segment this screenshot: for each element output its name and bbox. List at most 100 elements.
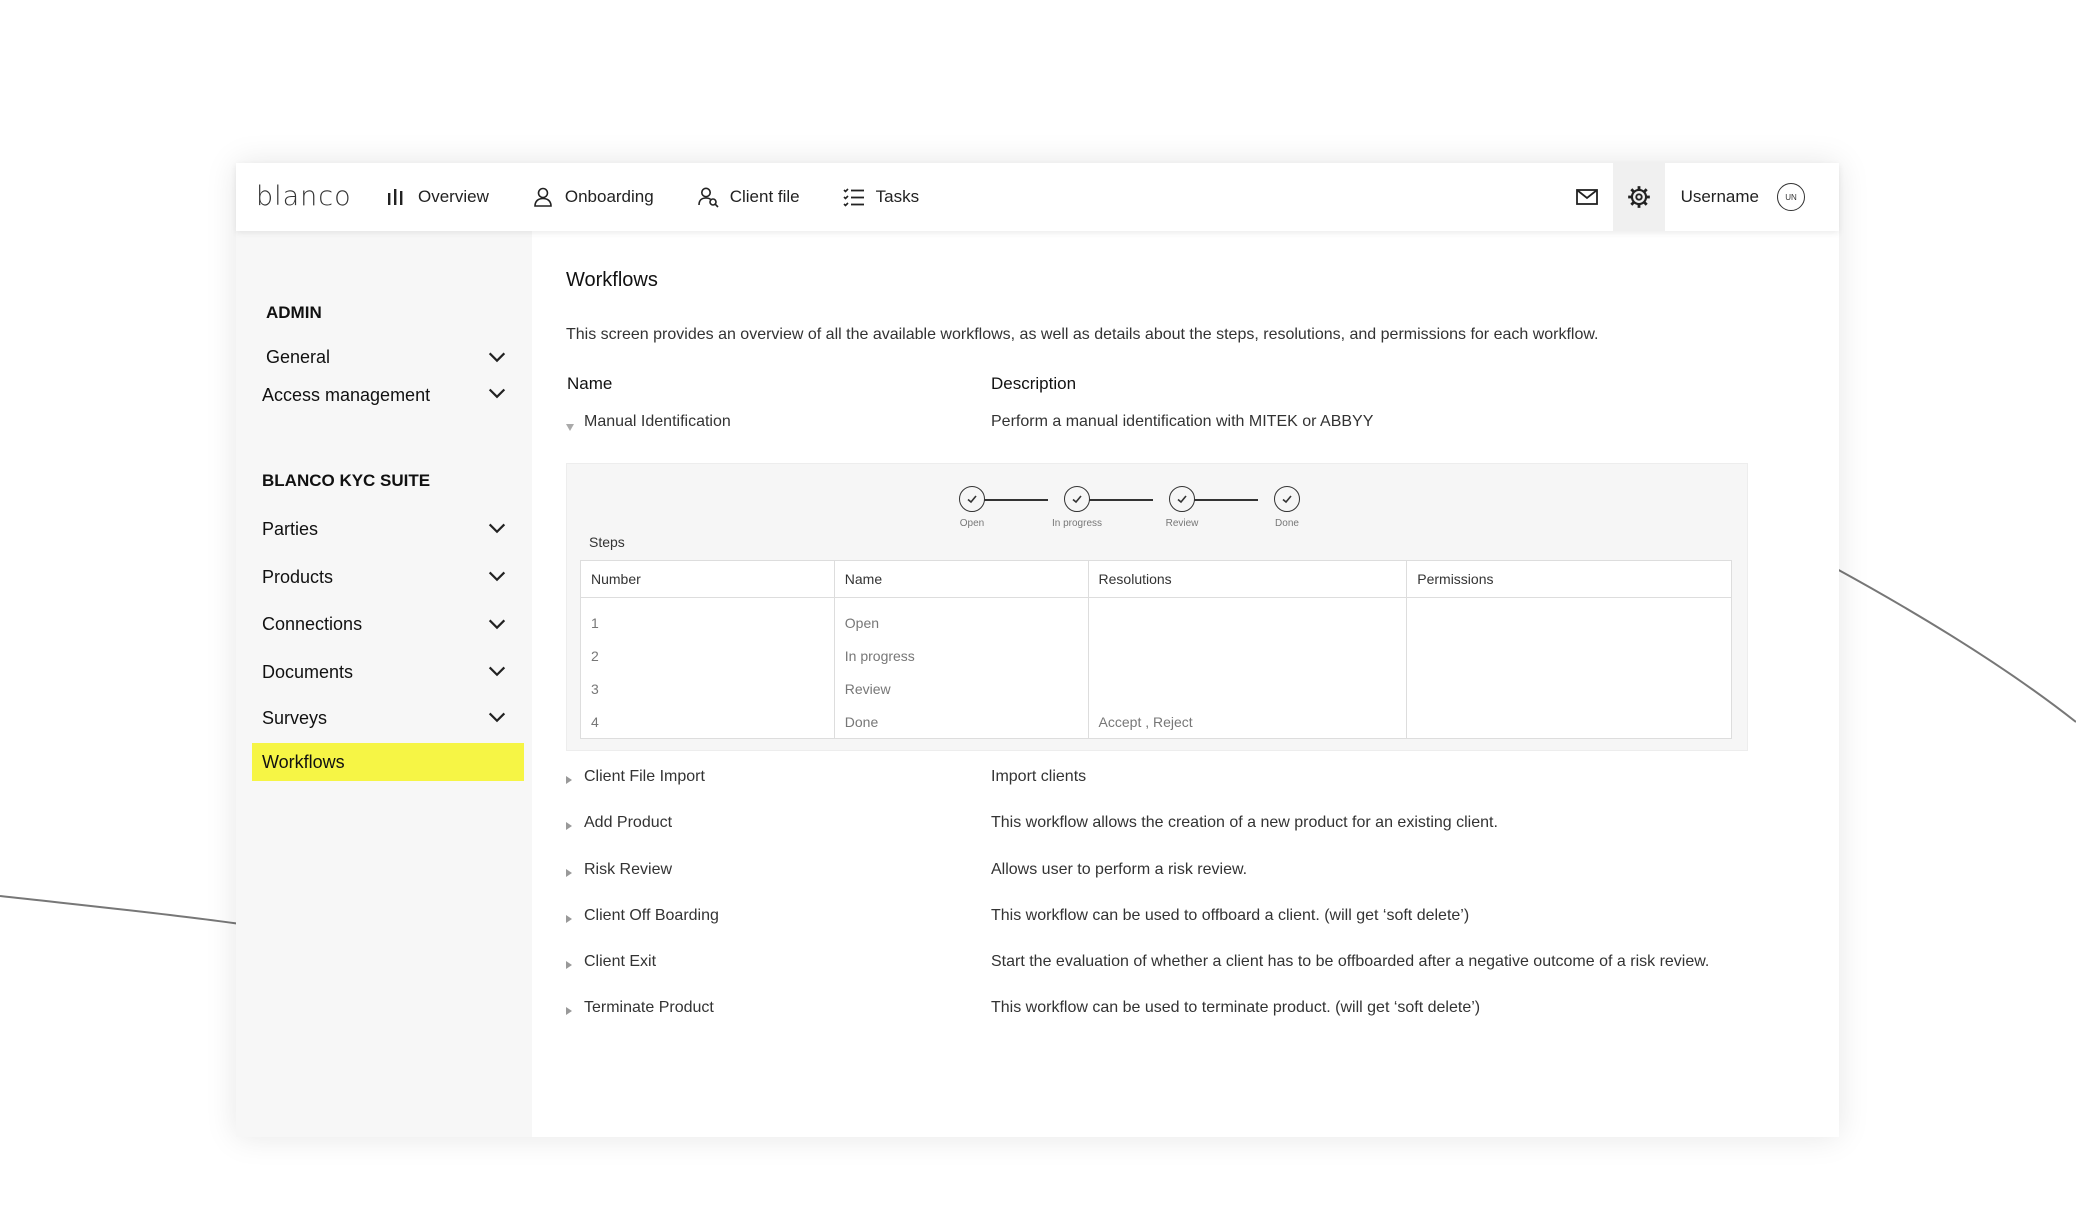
workflow-description: Import clients: [991, 768, 1087, 785]
workflow-description: This workflow allows the creation of a n…: [991, 814, 1498, 831]
workflow-name[interactable]: Manual Identification: [584, 413, 731, 431]
caret-right-icon: [566, 776, 572, 784]
step-permissions: [1406, 597, 1732, 639]
sidebar-item-label: Parties: [262, 518, 319, 539]
workflow-description: Start the evaluation of whether a client…: [991, 953, 1710, 970]
chevron-down-icon: [488, 666, 506, 677]
step-name: Open: [833, 597, 1089, 639]
step-number: 3: [580, 672, 835, 705]
steps-table: Number Name Resolutions Permissions 1 Op…: [580, 560, 1732, 739]
workflow-name[interactable]: Risk Review: [584, 861, 672, 879]
nav-overview[interactable]: Overview: [384, 163, 489, 231]
task-list-icon: [843, 188, 864, 207]
step-name: Done: [833, 705, 1089, 739]
column-header-step-name: Name: [833, 560, 1089, 598]
check-circle-icon: [959, 486, 985, 512]
caret-right-icon: [566, 961, 572, 969]
avatar[interactable]: UN: [1777, 183, 1805, 211]
stepper-step-label: In progress: [1051, 518, 1103, 529]
mail-icon: [1575, 189, 1598, 205]
stepper-step-open: Open: [932, 486, 1012, 529]
table-row: 4 Done Accept , Reject: [580, 705, 1732, 739]
nav-client-file-label: Client file: [729, 187, 800, 206]
workflow-row-client-file-import[interactable]: Client File Import Import clients: [566, 768, 1806, 798]
workflow-row-client-off-boarding[interactable]: Client Off Boarding This workflow can be…: [566, 907, 1806, 937]
workflow-name[interactable]: Terminate Product: [584, 999, 714, 1017]
step-resolutions: [1087, 672, 1408, 705]
chevron-down-icon: [488, 712, 506, 723]
column-header-number: Number: [580, 560, 835, 598]
sidebar-item-surveys[interactable]: Surveys: [252, 700, 508, 736]
sidebar-item-documents[interactable]: Documents: [252, 654, 508, 690]
workflow-name[interactable]: Add Product: [584, 814, 672, 832]
user-icon: [534, 187, 552, 207]
logo[interactable]: blanco: [256, 177, 352, 217]
workflow-row-terminate-product[interactable]: Terminate Product This workflow can be u…: [566, 999, 1806, 1029]
table-row: 3 Review: [580, 672, 1732, 705]
nav-onboarding[interactable]: Onboarding: [531, 163, 654, 231]
workflow-row-add-product[interactable]: Add Product This workflow allows the cre…: [566, 814, 1806, 844]
step-permissions: [1406, 639, 1732, 672]
nav-onboarding-label: Onboarding: [564, 187, 654, 206]
mail-button[interactable]: [1561, 163, 1613, 231]
column-header-permissions: Permissions: [1406, 560, 1732, 598]
nav-client-file[interactable]: Client file: [696, 163, 800, 231]
steps-label: Steps: [589, 534, 625, 550]
table-header-row: Number Name Resolutions Permissions: [580, 560, 1732, 598]
sidebar-item-general[interactable]: General: [252, 339, 508, 375]
chevron-down-icon: [488, 571, 506, 582]
main-content: Workflows This screen provides an overvi…: [532, 231, 1839, 1137]
workflow-row-client-exit[interactable]: Client Exit Start the evaluation of whet…: [566, 953, 1806, 983]
sidebar-item-label: Workflows: [262, 751, 345, 772]
sidebar-item-parties[interactable]: Parties: [252, 511, 508, 547]
stepper-step-label: Open: [959, 518, 985, 529]
stepper-step-label: Done: [1275, 518, 1299, 529]
username[interactable]: Username: [1681, 187, 1759, 207]
settings-button[interactable]: [1612, 163, 1665, 231]
page-title: Workflows: [566, 269, 658, 291]
sidebar-item-products[interactable]: Products: [252, 559, 508, 595]
workflow-stepper: Open In progress Review Done: [932, 486, 1300, 546]
workflow-description: Perform a manual identification with MIT…: [991, 413, 1374, 430]
step-permissions: [1406, 705, 1732, 739]
nav-tasks-label: Tasks: [875, 187, 920, 206]
bar-chart-icon: [388, 189, 403, 205]
caret-right-icon: [566, 869, 572, 877]
sidebar-item-workflows[interactable]: Workflows: [252, 743, 524, 781]
column-header-description: Description: [991, 374, 1077, 393]
top-right-controls: Username UN: [1561, 163, 1839, 231]
step-number: 2: [580, 639, 835, 672]
workflow-description: This workflow can be used to offboard a …: [991, 907, 1470, 924]
chevron-down-icon: [488, 619, 506, 630]
sidebar-section-kyc-suite: BLANCO KYC SUITE: [262, 471, 431, 490]
step-resolutions: [1087, 597, 1408, 639]
workflow-description: This workflow can be used to terminate p…: [991, 999, 1481, 1016]
workflow-description: Allows user to perform a risk review.: [991, 861, 1248, 878]
sidebar-item-connections[interactable]: Connections: [252, 606, 508, 642]
sidebar-section-admin: ADMIN: [266, 303, 322, 322]
nav-tasks[interactable]: Tasks: [842, 163, 919, 231]
workflow-row-risk-review[interactable]: Risk Review Allows user to perform a ris…: [566, 861, 1806, 891]
workflow-name[interactable]: Client File Import: [584, 768, 705, 786]
chevron-down-icon: [488, 388, 506, 399]
sidebar-item-label: Access management: [262, 384, 431, 405]
sidebar-item-access-management[interactable]: Access management: [252, 377, 508, 413]
workflow-name[interactable]: Client Exit: [584, 953, 656, 971]
stepper-step-done: Done: [1247, 486, 1327, 529]
sidebar-item-label: General: [266, 346, 331, 367]
column-header-name: Name: [567, 374, 613, 393]
page-intro: This screen provides an overview of all …: [566, 326, 1599, 343]
check-circle-icon: [1274, 486, 1300, 512]
sidebar-item-label: Documents: [262, 661, 354, 682]
table-row: 2 In progress: [580, 639, 1732, 672]
step-permissions: [1406, 672, 1732, 705]
step-number: 4: [580, 705, 835, 739]
workflow-name[interactable]: Client Off Boarding: [584, 907, 719, 925]
step-name: In progress: [833, 639, 1089, 672]
chevron-down-icon: [488, 352, 506, 363]
chevron-down-icon: [488, 523, 506, 534]
workflow-row-manual-identification[interactable]: Manual Identification Perform a manual i…: [566, 413, 1806, 443]
stepper-step-in-progress: In progress: [1037, 486, 1117, 529]
step-resolutions: [1087, 639, 1408, 672]
app-window: blanco Overview Onboarding Client file T…: [236, 163, 1839, 1137]
